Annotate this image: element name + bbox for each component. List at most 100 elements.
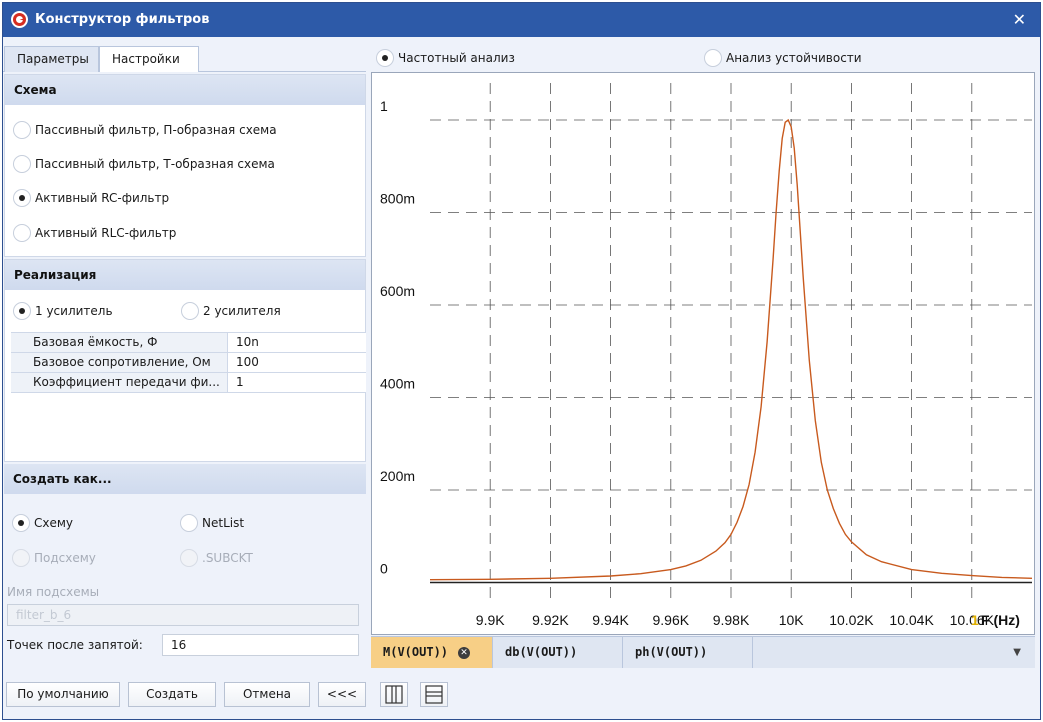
trace-tab-label: M(V(OUT)) — [383, 645, 449, 659]
prop-value[interactable]: 100 — [227, 353, 366, 372]
rows-icon — [425, 685, 443, 704]
y-tick-label: 400m — [380, 376, 415, 392]
precision-input[interactable]: 16 — [162, 634, 359, 656]
radio-label: Схему — [34, 516, 74, 530]
radio-disabled-icon — [12, 549, 30, 567]
columns-icon — [385, 685, 403, 704]
radio-label: NetList — [202, 516, 245, 530]
x-tick-label: 9.98K — [713, 612, 750, 628]
radio-label: Частотный анализ — [398, 51, 515, 65]
x-tick-label: 9.92K — [532, 612, 569, 628]
amp2-option[interactable]: 2 усилителя — [181, 301, 281, 321]
close-icon[interactable]: ✕ — [1013, 10, 1026, 29]
radio-checked-icon[interactable] — [376, 49, 394, 67]
app-logo-icon — [11, 11, 28, 28]
horizontal-split-button[interactable] — [420, 682, 448, 707]
radio-icon[interactable] — [704, 49, 722, 67]
realization-section: Реализация 1 усилитель 2 усилителя Базов… — [4, 259, 366, 462]
radio-icon[interactable] — [13, 224, 31, 242]
schema-heading: Схема — [5, 75, 365, 105]
chevron-down-icon[interactable]: ▼ — [1013, 647, 1021, 658]
radio-label: Активный RC-фильтр — [35, 191, 170, 205]
radio-label: 1 усилитель — [35, 304, 113, 318]
table-row[interactable]: Базовое сопротивление, Ом 100 — [11, 353, 366, 373]
defaults-button[interactable]: По умолчанию — [6, 682, 120, 707]
schema-option-passive-p[interactable]: Пассивный фильтр, П-образная схема — [13, 120, 277, 140]
properties-table: Базовая ёмкость, Ф 10n Базовое сопротивл… — [11, 332, 366, 393]
schema-option-passive-t[interactable]: Пассивный фильтр, Т-образная схема — [13, 154, 275, 174]
radio-checked-icon[interactable] — [13, 189, 31, 207]
x-tick-label: 9.94K — [592, 612, 629, 628]
left-panel: Параметры Настройки Схема Пассивный филь… — [3, 40, 366, 675]
create-button[interactable]: Создать — [128, 682, 216, 707]
radio-label: Подсхему — [34, 551, 96, 565]
window-title: Конструктор фильтров — [35, 12, 210, 27]
y-tick-label: 1 — [380, 98, 388, 114]
radio-icon[interactable] — [13, 155, 31, 173]
x-tick-label: 9.9K — [476, 612, 505, 628]
mode-stability-option[interactable]: Анализ устойчивости — [704, 48, 862, 68]
create-as-schema-option[interactable]: Схему — [12, 513, 73, 533]
prop-key: Базовое сопротивление, Ом — [11, 353, 227, 372]
prop-value[interactable]: 10n — [227, 333, 366, 352]
collapse-button[interactable]: <<< — [318, 682, 366, 707]
trace-tab-db[interactable]: db(V(OUT)) — [493, 637, 623, 668]
radio-checked-icon[interactable] — [13, 302, 31, 320]
mode-frequency-option[interactable]: Частотный анализ — [376, 48, 515, 68]
tab-parameters[interactable]: Параметры — [4, 46, 99, 72]
chart-svg: 0 200m 400m 600m 800m 1 9.9K 9.92K 9.94K 9.96K 9.9… — [380, 83, 1033, 628]
prop-key: Базовая ёмкость, Ф — [11, 333, 227, 352]
radio-label: 2 усилителя — [203, 304, 281, 318]
prop-key: Коэффициент передачи фи... — [11, 373, 227, 392]
radio-label: Пассивный фильтр, П-образная схема — [35, 123, 277, 137]
create-as-netlist-option[interactable]: NetList — [180, 513, 244, 533]
title-bar: Конструктор фильтров ✕ — [3, 3, 1040, 37]
radio-icon[interactable] — [13, 121, 31, 139]
radio-label: .SUBCKT — [202, 551, 253, 565]
y-tick-label: 200m — [380, 468, 415, 484]
cancel-button[interactable]: Отмена — [224, 682, 310, 707]
schema-section: Схема Пассивный фильтр, П-образная схема… — [4, 74, 366, 257]
radio-disabled-icon — [180, 549, 198, 567]
create-as-section: Создать как... Схему NetList Подсхему .S… — [4, 464, 366, 675]
radio-icon[interactable] — [180, 514, 198, 532]
prop-value[interactable]: 1 — [227, 373, 366, 392]
x-tick-label: 10K — [779, 612, 805, 628]
create-as-subckt-option: .SUBCKT — [180, 548, 253, 568]
realization-heading: Реализация — [5, 260, 365, 290]
y-tick-label: 600m — [380, 283, 415, 299]
tab-settings[interactable]: Настройки — [99, 46, 199, 72]
tab-bar: Параметры Настройки — [3, 46, 366, 72]
frequency-chart: 0 200m 400m 600m 800m 1 9.9K 9.92K 9.94K 9.96K 9.9… — [371, 72, 1035, 635]
trace-tab-magnitude[interactable]: M(V(OUT)) ✕ — [371, 637, 493, 668]
y-tick-label: 800m — [380, 191, 415, 207]
x-tick-label-last: 1 — [971, 612, 979, 628]
radio-checked-icon[interactable] — [12, 514, 30, 532]
precision-label: Точек после запятой: — [7, 638, 143, 652]
x-axis-label: F (Hz) — [981, 612, 1020, 628]
radio-label: Пассивный фильтр, Т-образная схема — [35, 157, 275, 171]
radio-label: Анализ устойчивости — [726, 51, 862, 65]
create-as-subschema-option: Подсхему — [12, 548, 96, 568]
table-row[interactable]: Коэффициент передачи фи... 1 — [11, 373, 366, 393]
trace-tab-phase[interactable]: ph(V(OUT)) — [623, 637, 753, 668]
subname-input: filter_b_6 — [7, 604, 359, 626]
create-as-heading: Создать как... — [4, 464, 366, 494]
vertical-split-button[interactable] — [380, 682, 408, 707]
trace-tab-bar: M(V(OUT)) ✕ db(V(OUT)) ph(V(OUT)) ▼ — [371, 636, 1035, 668]
table-row[interactable]: Базовая ёмкость, Ф 10n — [11, 333, 366, 353]
x-tick-label: 9.96K — [653, 612, 690, 628]
subname-label: Имя подсхемы — [7, 585, 100, 599]
trace-tab-label: ph(V(OUT)) — [635, 645, 708, 659]
radio-icon[interactable] — [181, 302, 199, 320]
close-tab-icon[interactable]: ✕ — [458, 646, 471, 659]
schema-option-active-rc[interactable]: Активный RC-фильтр — [13, 188, 169, 208]
x-tick-label: 10.04K — [889, 612, 934, 628]
amp1-option[interactable]: 1 усилитель — [13, 301, 113, 321]
radio-label: Активный RLC-фильтр — [35, 226, 177, 240]
x-tick-label: 10.02K — [829, 612, 874, 628]
magnitude-series-line — [429, 118, 1033, 581]
schema-option-active-rlc[interactable]: Активный RLC-фильтр — [13, 223, 176, 243]
analysis-mode-bar: Частотный анализ Анализ устойчивости — [370, 44, 1036, 72]
trace-tab-label: db(V(OUT)) — [505, 645, 578, 659]
